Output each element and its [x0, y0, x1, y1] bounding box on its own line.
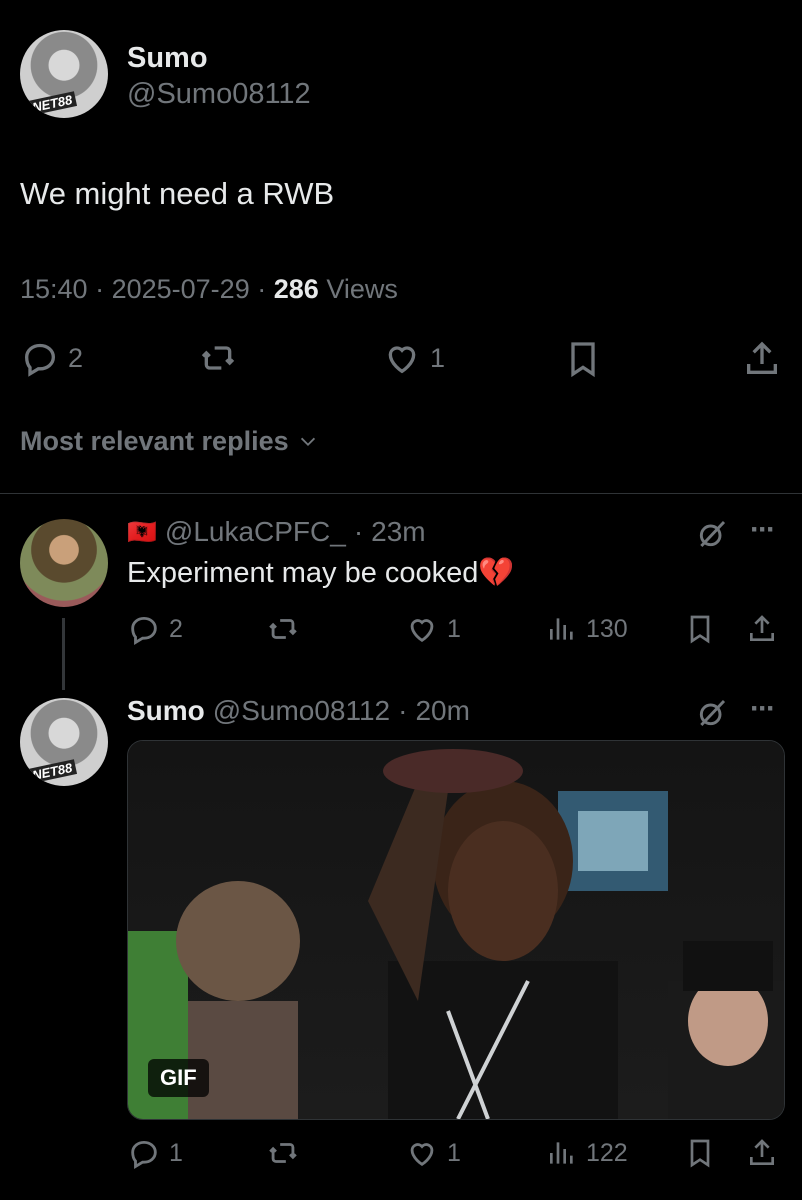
grok-button[interactable] — [696, 518, 728, 550]
post-time: 15:40 — [20, 274, 88, 304]
post-meta: 15:40 · 2025-07-29 · 286 Views — [20, 274, 398, 304]
reply-button[interactable]: 1 — [127, 1136, 183, 1170]
bookmark-icon — [690, 615, 710, 644]
heart-icon — [410, 619, 434, 643]
views-count: 286 — [273, 274, 319, 304]
like-button[interactable]: 1 — [382, 338, 445, 378]
chevron-down-icon — [300, 437, 315, 446]
author-avatar[interactable]: NET88 — [20, 30, 108, 118]
reply-handle[interactable]: @LukaCPFC_ — [165, 516, 346, 548]
share-icon — [747, 341, 777, 374]
reply-icon — [24, 343, 56, 377]
avatar-logo-text: NET88 — [26, 91, 78, 116]
reply-button[interactable]: 2 — [127, 612, 183, 646]
views-label: Views — [326, 274, 398, 304]
views-count: 122 — [586, 1138, 628, 1167]
reply-handle[interactable]: @Sumo08112 — [213, 695, 390, 727]
grok-icon — [699, 520, 726, 548]
like-count: 1 — [447, 1138, 461, 1167]
post-date: 2025-07-29 — [111, 274, 250, 304]
reply-header: 🇦🇱 @LukaCPFC_ · 23m — [127, 516, 426, 548]
gif-scene — [128, 741, 784, 1119]
repost-button[interactable] — [264, 1136, 302, 1170]
author-name[interactable]: Sumo — [127, 42, 208, 75]
like-count: 1 — [430, 342, 446, 373]
more-options-icon[interactable]: ··· — [750, 692, 776, 726]
like-count: 1 — [447, 614, 461, 643]
share-button[interactable] — [742, 338, 782, 380]
analytics-icon — [550, 1142, 573, 1164]
gif-media[interactable]: GIF — [127, 740, 785, 1120]
heart-icon — [410, 1143, 434, 1167]
grok-icon — [699, 699, 726, 727]
share-button[interactable] — [746, 1136, 778, 1170]
reply-count: 1 — [169, 1138, 183, 1167]
bookmark-icon — [690, 1139, 710, 1168]
sort-replies-dropdown[interactable]: Most relevant replies — [20, 426, 321, 457]
broken-heart-icon: 💔 — [478, 557, 515, 589]
avatar-logo-text: NET88 — [26, 759, 78, 784]
heart-icon — [388, 346, 416, 374]
share-icon — [750, 615, 774, 641]
reply-time: 23m — [371, 516, 426, 547]
thread-line — [62, 618, 65, 690]
post-text: We might need a RWB — [20, 176, 335, 211]
reply-icon — [131, 1140, 157, 1169]
dot-separator: · — [398, 695, 408, 726]
reply-count: 2 — [169, 614, 183, 643]
repost-icon — [269, 1143, 297, 1163]
sort-label: Most relevant replies — [20, 426, 289, 456]
repost-button[interactable] — [196, 338, 240, 378]
share-icon — [750, 1139, 774, 1165]
repost-icon — [269, 619, 297, 639]
analytics-icon — [550, 618, 573, 640]
dot-separator: · — [353, 516, 364, 547]
author-handle[interactable]: @Sumo08112 — [127, 78, 311, 111]
reply-header: Sumo @Sumo08112 · 20m — [127, 695, 470, 727]
views-button[interactable]: 122 — [546, 1136, 628, 1170]
bookmark-button[interactable] — [684, 612, 716, 646]
reply-text: Experiment may be cooked💔 — [127, 556, 515, 590]
reply-count: 2 — [68, 342, 84, 373]
gif-badge: GIF — [148, 1059, 209, 1097]
views-count: 130 — [586, 614, 628, 643]
views-button[interactable]: 130 — [546, 612, 628, 646]
bookmark-icon — [571, 342, 595, 378]
like-button[interactable]: 1 — [405, 612, 461, 646]
divider — [0, 493, 802, 494]
reply-icon — [131, 616, 157, 645]
reply-button[interactable]: 2 — [20, 338, 83, 378]
reply-text-content: Experiment may be cooked — [127, 557, 479, 589]
reply-time: 20m — [415, 695, 470, 726]
flag-icon: 🇦🇱 — [127, 518, 157, 546]
bookmark-button[interactable] — [563, 338, 603, 380]
reply-avatar[interactable] — [20, 519, 108, 607]
repost-button[interactable] — [264, 612, 302, 646]
grok-button[interactable] — [696, 697, 728, 729]
share-button[interactable] — [746, 612, 778, 646]
reply-author-name[interactable]: Sumo — [127, 695, 205, 727]
repost-icon — [201, 346, 235, 370]
more-options-icon[interactable]: ··· — [750, 513, 776, 547]
bookmark-button[interactable] — [684, 1136, 716, 1170]
reply-avatar[interactable]: NET88 — [20, 698, 108, 786]
like-button[interactable]: 1 — [405, 1136, 461, 1170]
